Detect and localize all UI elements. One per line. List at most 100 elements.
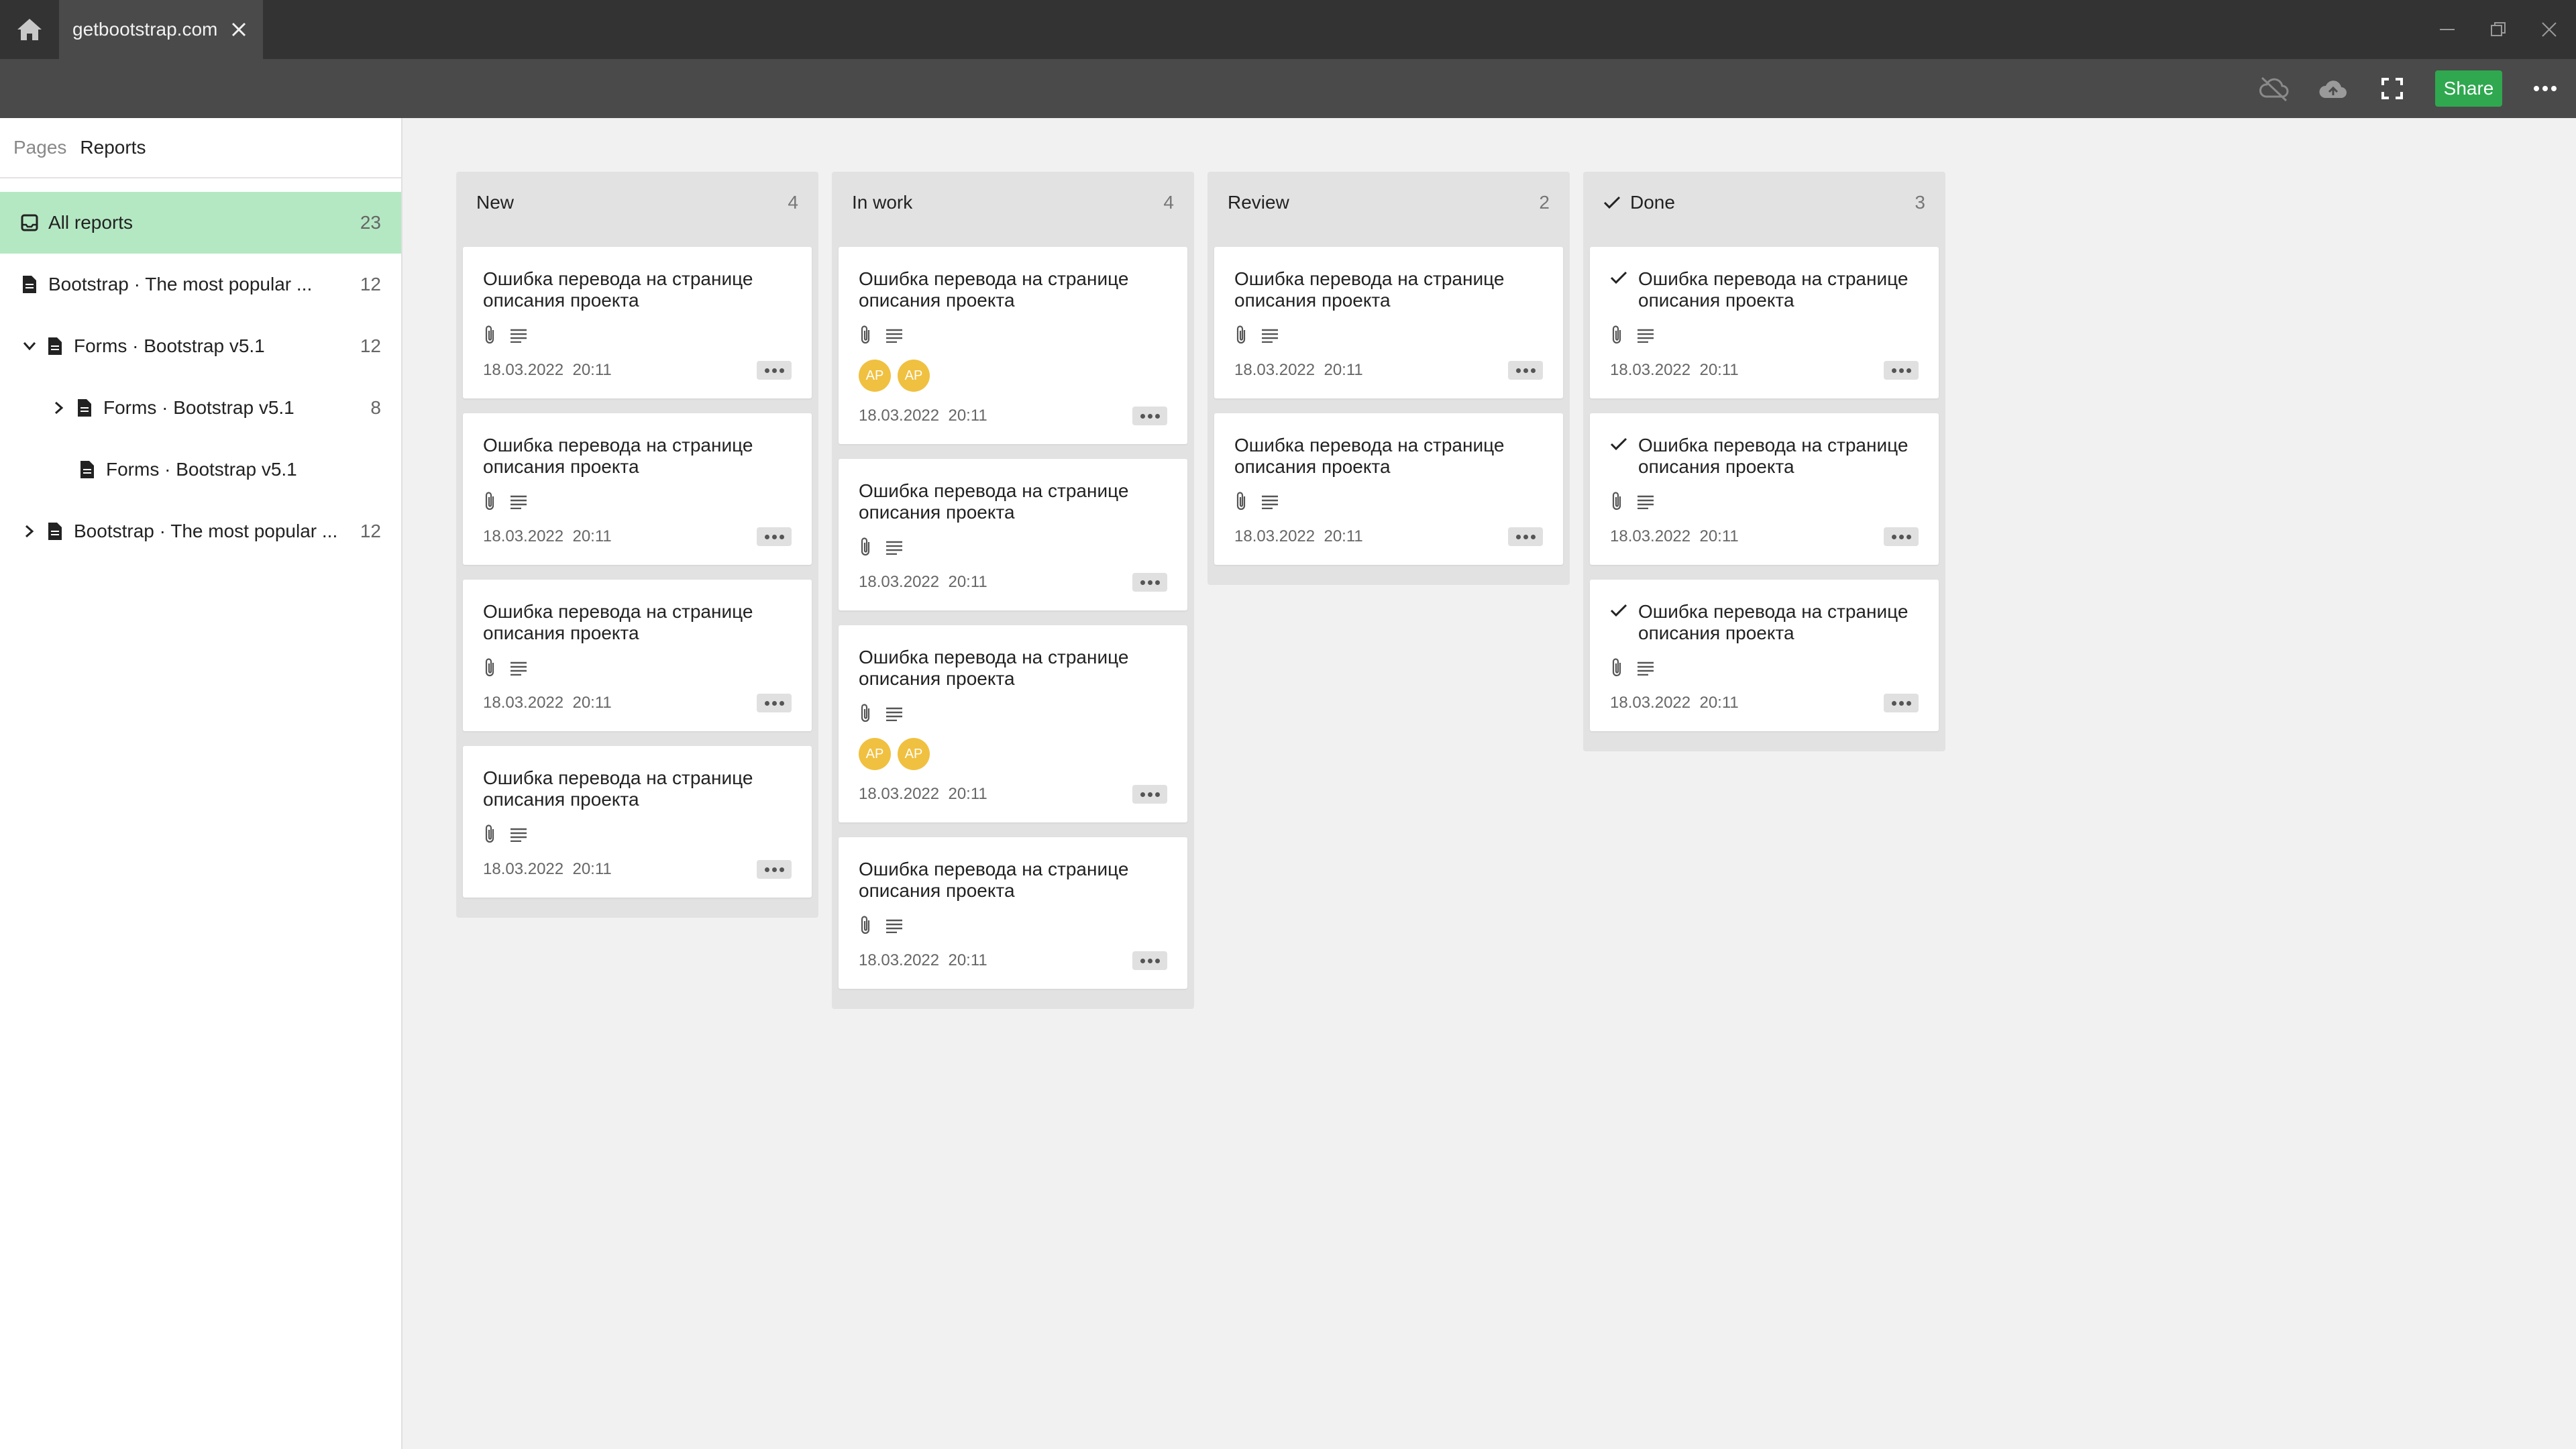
task-card[interactable]: Ошибка перевода на странице описания про… — [1214, 413, 1563, 565]
task-card[interactable]: Ошибка перевода на странице описания про… — [839, 625, 1187, 822]
toolbar — [0, 59, 2576, 118]
card-date: 18.03.2022 — [859, 951, 940, 969]
tab-reports[interactable]: Reports — [80, 137, 146, 158]
restore-button[interactable] — [2483, 15, 2513, 44]
share-button[interactable]: Share — [2435, 70, 2502, 107]
attachment-icon — [485, 824, 494, 843]
card-more-button[interactable] — [757, 527, 792, 546]
card-timestamp: 18.03.2022 20:11 — [1610, 361, 1739, 380]
column-title: Review — [1228, 192, 1289, 213]
chevron-right-icon[interactable] — [20, 522, 39, 541]
tab-pages[interactable]: Pages — [13, 137, 66, 158]
card-date: 18.03.2022 — [1610, 361, 1691, 379]
card-timestamp: 18.03.2022 20:11 — [859, 407, 987, 425]
card-more-button[interactable] — [757, 860, 792, 879]
task-card[interactable]: Ошибка перевода на странице описания про… — [1590, 580, 1939, 731]
card-more-button[interactable] — [1884, 361, 1919, 380]
avatar[interactable]: AP — [898, 360, 930, 392]
cloud-off-button[interactable] — [2258, 72, 2290, 105]
card-time: 20:11 — [572, 361, 612, 379]
task-card[interactable]: Ошибка перевода на странице описания про… — [463, 413, 812, 565]
column-done: Done 3 Ошибка перевода на странице описа… — [1583, 172, 1945, 751]
sidebar-tabs: Pages Reports — [0, 118, 401, 178]
attachment-icon — [861, 916, 870, 934]
task-card[interactable]: Ошибка перевода на странице описания про… — [463, 746, 812, 898]
sidebar-item-forms-child-1[interactable]: Forms · Bootstrap v5.1 8 — [0, 377, 401, 439]
sidebar-item-forms-expanded[interactable]: Forms · Bootstrap v5.1 12 — [0, 315, 401, 377]
card-more-button[interactable] — [757, 694, 792, 712]
card-icons — [1610, 325, 1654, 346]
card-more-button[interactable] — [1884, 527, 1919, 546]
attachment-icon — [485, 492, 494, 511]
document-icon — [46, 335, 64, 357]
card-more-button[interactable] — [757, 361, 792, 380]
card-time: 20:11 — [948, 951, 987, 969]
sidebar-item-bootstrap-1[interactable]: Bootstrap · The most popular ... 12 — [0, 254, 401, 315]
minimize-icon — [2440, 29, 2455, 30]
avatar[interactable]: AP — [859, 738, 891, 770]
card-more-button[interactable] — [1508, 527, 1543, 546]
tab-close-button[interactable] — [227, 17, 251, 42]
task-card[interactable]: Ошибка перевода на странице описания про… — [463, 247, 812, 398]
card-date: 18.03.2022 — [859, 407, 940, 425]
more-horizontal-icon — [2534, 86, 2557, 91]
description-icon — [886, 707, 902, 721]
card-icons — [859, 325, 903, 346]
card-more-button[interactable] — [1132, 785, 1167, 804]
sidebar-item-bootstrap-2[interactable]: Bootstrap · The most popular ... 12 — [0, 500, 401, 562]
card-icons — [859, 537, 903, 558]
card-title: Ошибка перевода на странице описания про… — [483, 601, 753, 643]
browser-tab[interactable]: getbootstrap.com — [59, 0, 263, 59]
card-more-button[interactable] — [1132, 573, 1167, 592]
close-window-button[interactable] — [2534, 15, 2564, 44]
checkmark-icon — [1610, 437, 1627, 454]
card-time: 20:11 — [572, 694, 612, 712]
card-time: 20:11 — [948, 407, 987, 425]
attachment-icon — [861, 704, 870, 722]
sidebar-item-forms-child-2[interactable]: Forms · Bootstrap v5.1 — [0, 439, 401, 500]
column-header: New 4 — [456, 172, 818, 233]
attachment-icon — [1612, 658, 1621, 677]
task-card[interactable]: Ошибка перевода на странице описания про… — [839, 459, 1187, 610]
column-header: Done 3 — [1583, 172, 1945, 233]
card-more-button[interactable] — [1508, 361, 1543, 380]
card-timestamp: 18.03.2022 20:11 — [1234, 527, 1363, 546]
more-menu-button[interactable] — [2529, 72, 2561, 105]
card-title: Ошибка перевода на странице описания про… — [483, 268, 753, 311]
fullscreen-icon — [2381, 78, 2403, 99]
card-title: Ошибка перевода на странице описания про… — [483, 767, 753, 810]
tab-title: getbootstrap.com — [72, 19, 218, 40]
home-button[interactable] — [0, 0, 59, 59]
attachment-icon — [485, 658, 494, 677]
chevron-down-icon[interactable] — [20, 337, 39, 356]
card-more-button[interactable] — [1132, 951, 1167, 970]
avatar[interactable]: AP — [898, 738, 930, 770]
task-card[interactable]: Ошибка перевода на странице описания про… — [463, 580, 812, 731]
chevron-right-icon[interactable] — [50, 398, 68, 417]
sidebar-item-all-reports[interactable]: All reports 23 — [0, 192, 401, 254]
task-card[interactable]: Ошибка перевода на странице описания про… — [1590, 247, 1939, 398]
cloud-upload-icon — [2319, 80, 2347, 98]
task-card[interactable]: Ошибка перевода на странице описания про… — [839, 837, 1187, 989]
minimize-button[interactable] — [2432, 15, 2462, 44]
description-icon — [511, 329, 527, 343]
task-card[interactable]: Ошибка перевода на странице описания про… — [1214, 247, 1563, 398]
document-icon — [75, 397, 94, 419]
card-more-button[interactable] — [1884, 694, 1919, 712]
fullscreen-button[interactable] — [2376, 72, 2408, 105]
description-icon — [886, 329, 902, 343]
attachment-icon — [1612, 492, 1621, 511]
card-icons — [1234, 491, 1279, 513]
task-card[interactable]: Ошибка перевода на странице описания про… — [1590, 413, 1939, 565]
column-header: Review 2 — [1208, 172, 1570, 233]
card-more-button[interactable] — [1132, 407, 1167, 425]
card-title: Ошибка перевода на странице описания про… — [859, 480, 1129, 523]
card-icons — [1610, 491, 1654, 513]
attachment-icon — [1236, 492, 1246, 511]
column-title: In work — [852, 192, 913, 213]
column-review: Review 2 Ошибка перевода на странице опи… — [1208, 172, 1570, 585]
task-card[interactable]: Ошибка перевода на странице описания про… — [839, 247, 1187, 444]
avatar[interactable]: AP — [859, 360, 891, 392]
cloud-upload-button[interactable] — [2317, 72, 2349, 105]
card-date: 18.03.2022 — [859, 785, 940, 803]
